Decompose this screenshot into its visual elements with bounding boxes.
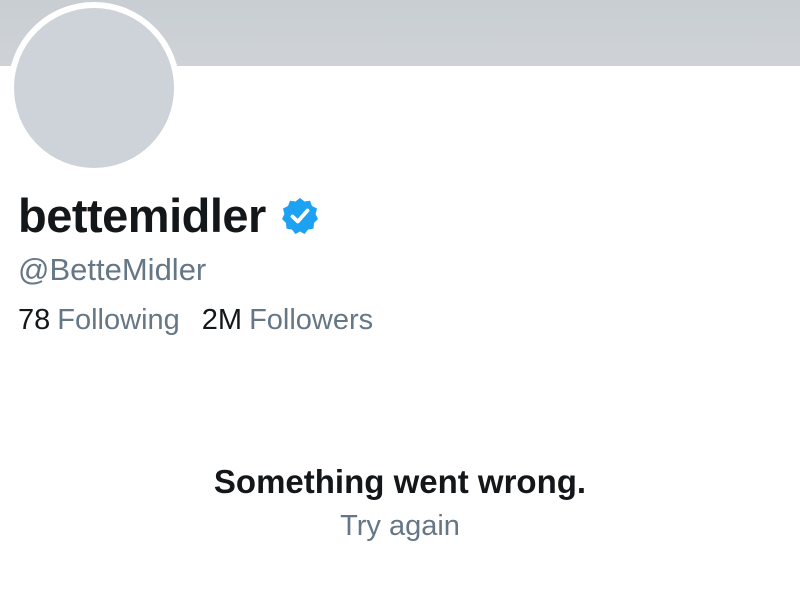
verified-badge-icon — [280, 196, 320, 236]
profile-handle: @BetteMidler — [18, 252, 207, 287]
followers-link[interactable]: 2M Followers — [202, 300, 373, 340]
retry-row: Try again — [0, 506, 800, 546]
display-name-row: bettemidler — [18, 188, 320, 244]
error-message: Something went wrong. — [213, 463, 587, 500]
following-label: Following — [57, 304, 180, 336]
avatar[interactable] — [8, 2, 180, 174]
followers-count: 2M — [201, 304, 243, 336]
followers-label: Followers — [249, 304, 374, 336]
try-again-button[interactable]: Try again — [340, 510, 460, 542]
following-count: 78 — [18, 304, 51, 336]
profile-stats: 78 Following 2M Followers — [18, 300, 395, 340]
profile-page: bettemidler @BetteMidler 78 Following 2M… — [0, 0, 800, 605]
following-link[interactable]: 78 Following — [18, 300, 180, 340]
display-name: bettemidler — [18, 189, 266, 242]
